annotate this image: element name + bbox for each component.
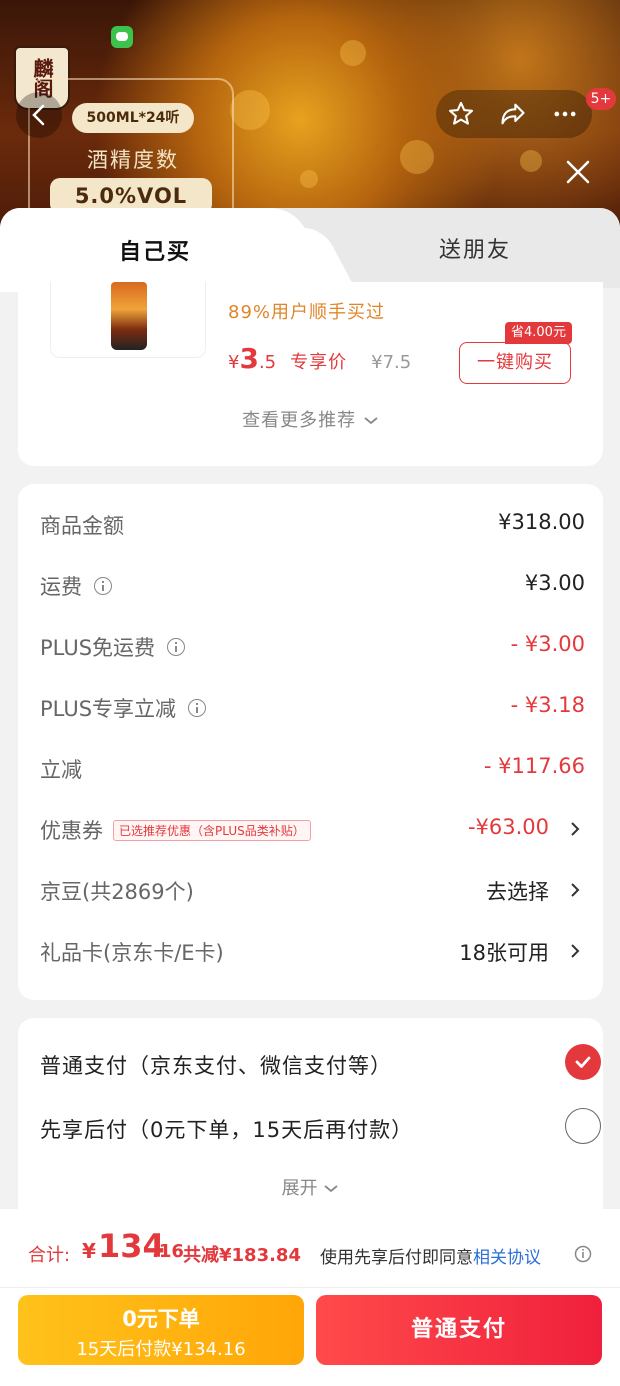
save-amount-badge: 省4.00元 — [505, 322, 572, 344]
pay-later-title: 0元下单 — [122, 1307, 200, 1331]
checkout-footer: 合计: ¥ 134 .16 共减¥183.84 使用先享后付即同意相关协议 0元… — [0, 1209, 620, 1386]
price-row-value: ¥318.00 — [498, 510, 585, 534]
tab-buy-for-self-label: 自己买 — [118, 240, 191, 265]
payment-option-label: 普通支付（京东支付、微信支付等） — [40, 1054, 392, 1078]
chevron-right-icon — [571, 822, 580, 836]
chevron-right-icon — [571, 944, 580, 958]
price-row-value: -¥63.00 — [467, 815, 549, 839]
favorite-button[interactable] — [446, 99, 476, 129]
price-row-subtotal: 商品金额 ¥318.00 — [40, 504, 585, 544]
total-row: 合计: ¥ 134 .16 共减¥183.84 使用先享后付即同意相关协议 — [0, 1227, 620, 1275]
radio-unchecked[interactable] — [565, 1108, 601, 1144]
purchase-tabs: 自己买 送朋友 — [0, 208, 620, 292]
bottle-image — [111, 282, 147, 350]
total-savings: 共减¥183.84 — [183, 1245, 301, 1266]
currency-symbol: ¥ — [228, 352, 240, 373]
more-button[interactable] — [550, 99, 580, 129]
price-row-value: - ¥3.18 — [510, 693, 585, 717]
price-row-plus-free-shipping: PLUS免运费 - ¥3.00 — [40, 626, 585, 666]
price-row-coupon[interactable]: 优惠券 已选推荐优惠（含PLUS品类补贴） -¥63.00 — [40, 809, 585, 849]
star-icon — [448, 101, 474, 125]
agreement-text: 使用先享后付即同意相关协议 — [320, 1243, 541, 1268]
spec-volume: 500ML*24听 — [72, 103, 194, 133]
price-row-label: PLUS免运费 — [40, 636, 156, 660]
price-detail-card: 商品金额 ¥318.00 运费 ¥3.00 PLUS免运费 - ¥3.00 PL… — [18, 484, 603, 1000]
expand-payment-options[interactable]: 展开 — [18, 1174, 603, 1200]
payment-option-normal[interactable]: 普通支付（京东支付、微信支付等） — [40, 1044, 601, 1084]
more-dots-icon — [554, 111, 576, 117]
exclusive-price-tag: 专享价 — [290, 352, 348, 373]
recommended-price-row: ¥ 3 .5 专享价 ¥7.5 — [228, 342, 411, 382]
price-row-label-wrap: PLUS免运费 — [40, 632, 186, 662]
check-icon — [575, 1056, 591, 1068]
price-row-jingdou[interactable]: 京豆(共2869个) 去选择 — [40, 870, 585, 910]
recommendation-card: 89%用户顺手买过 ¥ 3 .5 专享价 ¥7.5 一键购买 省4.00元 查看… — [18, 282, 603, 466]
price-row-value: ¥3.00 — [524, 571, 585, 595]
close-sheet-button[interactable] — [560, 154, 596, 190]
price-row-label: 运费 — [40, 575, 82, 599]
share-button[interactable] — [498, 99, 528, 129]
info-icon[interactable] — [94, 577, 112, 595]
footer-divider — [0, 1287, 620, 1288]
cart-count-badge: 5+ — [586, 88, 616, 110]
price-row-label-wrap: PLUS专享立减 — [40, 693, 207, 723]
total-label: 合计: — [28, 1245, 71, 1266]
tab-send-to-friend[interactable]: 送朋友 — [330, 208, 620, 288]
more-recommendations-link[interactable]: 查看更多推荐 — [18, 406, 603, 432]
price-row-label: 京豆(共2869个) — [40, 880, 194, 904]
info-icon[interactable] — [574, 1245, 592, 1263]
chat-notification-icon — [111, 26, 133, 48]
price-row-value: - ¥3.00 — [510, 632, 585, 656]
radio-checked[interactable] — [565, 1044, 601, 1080]
price-row-gift-card[interactable]: 礼品卡(京东卡/E卡) 18张可用 — [40, 931, 585, 971]
one-click-buy-button[interactable]: 一键购买 — [459, 342, 571, 384]
info-icon[interactable] — [188, 699, 207, 717]
price-row-label: PLUS专享立减 — [40, 697, 177, 721]
pay-later-button[interactable]: 0元下单 15天后付款¥134.16 — [18, 1295, 304, 1365]
recommended-product-image[interactable] — [50, 282, 206, 358]
recommendation-users-text: 89%用户顺手买过 — [228, 302, 386, 323]
agreement-link[interactable]: 相关协议 — [473, 1248, 541, 1268]
total-currency: ¥ — [82, 1239, 96, 1263]
price-row-label-wrap: 运费 — [40, 571, 112, 601]
price-row-label: 立减 — [40, 758, 82, 782]
price-row-label: 礼品卡(京东卡/E卡) — [40, 941, 224, 965]
price-row-shipping: 运费 ¥3.00 — [40, 565, 585, 605]
normal-pay-button[interactable]: 普通支付 — [316, 1295, 602, 1365]
payment-option-pay-later[interactable]: 先享后付（0元下单，15天后再付款） — [40, 1108, 601, 1148]
price-row-value: - ¥117.66 — [483, 754, 585, 778]
chevron-down-icon — [324, 1185, 338, 1193]
close-icon — [566, 160, 590, 184]
price-row-label: 优惠券 — [40, 819, 103, 843]
status-bar — [0, 22, 620, 52]
coupon-recommended-tag: 已选推荐优惠（含PLUS品类补贴） — [113, 819, 311, 841]
share-icon — [501, 103, 525, 125]
original-price: ¥7.5 — [371, 352, 412, 373]
info-icon[interactable] — [167, 638, 186, 656]
tab-buy-for-self[interactable]: 自己买 — [0, 208, 310, 292]
product-banner: 麟阁 500ML*24听 酒精度数 5.0%VOL 5+ — [0, 0, 620, 240]
recommended-price-integer: 3 — [239, 342, 259, 375]
agreement-prefix: 使用先享后付即同意 — [320, 1248, 473, 1268]
payment-option-label: 先享后付（0元下单，15天后再付款） — [40, 1118, 414, 1142]
chevron-down-icon — [364, 417, 378, 425]
price-row-instant-discount: 立减 - ¥117.66 — [40, 748, 585, 788]
expand-label: 展开 — [281, 1178, 318, 1199]
chevron-right-icon — [571, 883, 580, 897]
price-row-label-wrap: 优惠券 已选推荐优惠（含PLUS品类补贴） — [40, 815, 311, 845]
spec-label: 酒精度数 — [87, 148, 179, 172]
back-button[interactable] — [16, 92, 62, 138]
total-amount-decimal: .16 — [152, 1241, 184, 1262]
chevron-left-icon — [32, 104, 45, 126]
more-recommendations-label: 查看更多推荐 — [242, 410, 357, 431]
price-row-value: 18张可用 — [459, 941, 549, 965]
pay-later-subtitle: 15天后付款¥134.16 — [76, 1339, 246, 1360]
price-row-value: 去选择 — [486, 880, 549, 904]
top-action-group — [436, 90, 592, 138]
product-spec-card: 500ML*24听 酒精度数 5.0%VOL — [28, 78, 234, 228]
price-row-plus-discount: PLUS专享立减 - ¥3.18 — [40, 687, 585, 727]
price-row-label: 商品金额 — [40, 514, 124, 538]
recommended-price-decimal: .5 — [258, 352, 277, 373]
